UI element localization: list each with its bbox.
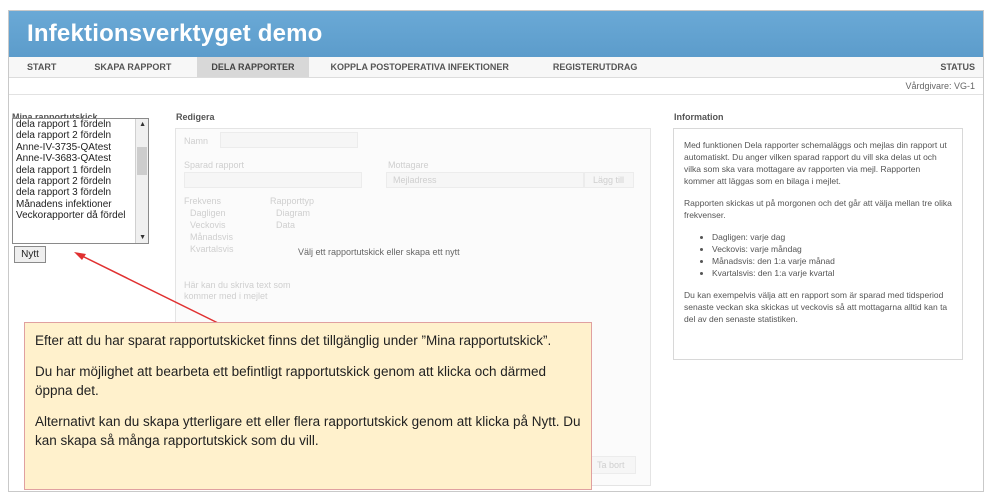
callout-paragraph: Du har möjlighet att bearbeta ett befint… <box>35 364 547 398</box>
callout-paragraph: Efter att du har sparat rapportutskicket… <box>35 333 552 348</box>
help-callout: Efter att du har sparat rapportutskicket… <box>24 322 592 490</box>
arrow-head-icon <box>74 252 86 260</box>
callout-paragraph: Alternativt kan du skapa ytterligare ett… <box>35 414 581 448</box>
